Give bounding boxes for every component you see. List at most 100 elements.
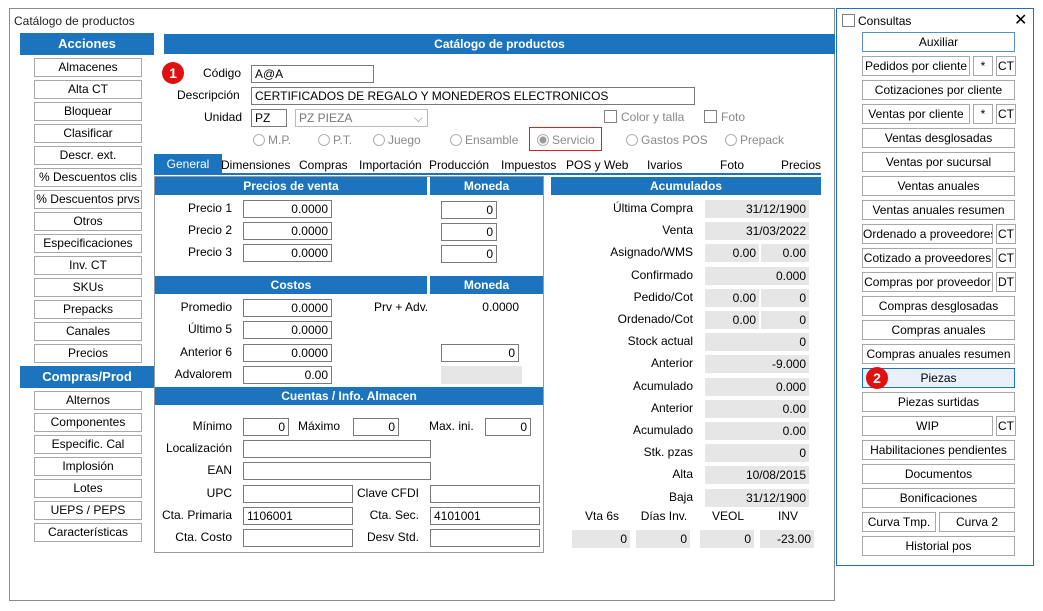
consulta-button-wip[interactable]: WIP (862, 416, 993, 436)
tab-dimensiones[interactable]: Dimensiones (221, 158, 290, 172)
compras-button-especific-cal[interactable]: Especific. Cal (34, 435, 142, 454)
consulta-button-ventas-por-sucursal[interactable]: Ventas por sucursal (862, 152, 1015, 172)
precio3-input[interactable]: 0.0000 (243, 244, 332, 262)
consulta-button-curva-tmp[interactable]: Curva Tmp. (862, 512, 936, 532)
consulta-ct-button[interactable]: CT (996, 416, 1016, 436)
desv-std-input[interactable] (430, 529, 540, 547)
accion-button-canales[interactable]: Canales (34, 322, 142, 341)
consulta-button-compras-anuales[interactable]: Compras anuales (862, 320, 1015, 340)
foto-checkbox[interactable]: Foto (704, 110, 745, 124)
descripcion-input[interactable]: CERTIFICADOS DE REGALO Y MONEDEROS ELECT… (251, 87, 695, 105)
consulta-button-piezas-surtidas[interactable]: Piezas surtidas (862, 392, 1015, 412)
minimo-input[interactable]: 0 (243, 418, 289, 436)
accion-button-prepacks[interactable]: Prepacks (34, 300, 142, 319)
consulta-button-auxiliar[interactable]: Auxiliar (862, 32, 1015, 52)
radio-juego[interactable]: Juego (373, 133, 421, 147)
consulta-button-curva-2[interactable]: Curva 2 (939, 512, 1015, 532)
accion-button-precios[interactable]: Precios (34, 344, 142, 363)
radio-gastos-pos[interactable]: Gastos POS (626, 133, 708, 147)
consulta-button-ventas-anuales[interactable]: Ventas anuales (862, 176, 1015, 196)
radio-pt[interactable]: P.T. (318, 133, 352, 147)
cta-primaria-input[interactable]: 1106001 (243, 507, 353, 525)
consulta-star-button[interactable]: * (973, 104, 993, 124)
consulta-button-cotizaciones-por-cliente[interactable]: Cotizaciones por cliente (862, 80, 1015, 100)
accion-button-otros[interactable]: Otros (34, 212, 142, 231)
tab-foto[interactable]: Foto (720, 158, 744, 172)
consulta-ct-button[interactable]: CT (996, 248, 1016, 268)
costos-header: Costos (155, 276, 427, 294)
tab-produccion[interactable]: Producción (429, 158, 489, 172)
minimo-label: Mínimo (192, 419, 232, 433)
radio-prepack[interactable]: Prepack (725, 133, 784, 147)
radio-mp[interactable]: M.P. (253, 133, 291, 147)
precio2-moneda[interactable]: 0 (441, 223, 497, 241)
accion-button-bloquear[interactable]: Bloquear (34, 102, 142, 121)
consulta-star-button[interactable]: * (973, 56, 993, 76)
consulta-dt-button[interactable]: DT (996, 272, 1016, 292)
maximo-input[interactable]: 0 (353, 418, 399, 436)
compras-button-ueps-peps[interactable]: UEPS / PEPS (34, 501, 142, 520)
close-icon[interactable]: ✕ (1014, 10, 1027, 30)
localizacion-input[interactable] (243, 440, 431, 458)
tab-general[interactable]: General (154, 154, 222, 175)
tab-compras[interactable]: Compras (299, 158, 348, 172)
tab-importacion[interactable]: Importación (359, 158, 422, 172)
accion-button-descr-ext[interactable]: Descr. ext. (34, 146, 142, 165)
ultimo5-input[interactable]: 0.0000 (243, 321, 332, 339)
anterior6-input[interactable]: 0.0000 (243, 344, 332, 362)
consulta-button-bonificaciones[interactable]: Bonificaciones (862, 488, 1015, 508)
clave-cfdi-input[interactable] (430, 485, 540, 503)
codigo-input[interactable]: A@A (251, 65, 374, 83)
tab-impuestos[interactable]: Impuestos (501, 158, 556, 172)
anterior6-moneda[interactable]: 0 (441, 344, 519, 362)
accion-button-alta-ct[interactable]: Alta CT (34, 80, 142, 99)
tab-precios[interactable]: Precios (781, 158, 821, 172)
compras-button-lotes[interactable]: Lotes (34, 479, 142, 498)
accion-button-inv-ct[interactable]: Inv. CT (34, 256, 142, 275)
unidad-select[interactable]: PZ PIEZA ⌵ (295, 109, 428, 127)
advalorem-input[interactable]: 0.00 (243, 366, 332, 384)
consulta-button-compras-por-proveedor[interactable]: Compras por proveedor (862, 272, 993, 292)
consulta-ct-button[interactable]: CT (996, 56, 1016, 76)
tab-ivarios[interactable]: Ivarios (647, 158, 682, 172)
consulta-ct-button[interactable]: CT (996, 104, 1016, 124)
compras-button-caracteristicas[interactable]: Características (34, 523, 142, 542)
consulta-button-habilitaciones-pendientes[interactable]: Habilitaciones pendientes (862, 440, 1015, 460)
tab-pos-web[interactable]: POS y Web (566, 158, 628, 172)
cta-sec-input[interactable]: 4101001 (430, 507, 540, 525)
consulta-button-ordenado-a-proveedores[interactable]: Ordenado a proveedores (862, 224, 993, 244)
cta-costo-input[interactable] (243, 529, 353, 547)
consulta-ct-button[interactable]: CT (996, 224, 1016, 244)
accion-button-clasificar[interactable]: Clasificar (34, 124, 142, 143)
consulta-button-compras-desglosadas[interactable]: Compras desglosadas (862, 296, 1015, 316)
accion-button-skus[interactable]: SKUs (34, 278, 142, 297)
consulta-button-historial-pos[interactable]: Historial pos (862, 536, 1015, 556)
promedio-input[interactable]: 0.0000 (243, 299, 332, 317)
precio1-moneda[interactable]: 0 (441, 201, 497, 219)
radio-servicio[interactable]: Servicio (529, 127, 602, 151)
consulta-button-documentos[interactable]: Documentos (862, 464, 1015, 484)
upc-input[interactable] (243, 485, 353, 503)
unidad-input[interactable]: PZ (251, 109, 287, 127)
accion-button-especificaciones[interactable]: Especificaciones (34, 234, 142, 253)
consulta-button-ventas-desglosadas[interactable]: Ventas desglosadas (862, 128, 1015, 148)
maxini-input[interactable]: 0 (485, 418, 531, 436)
ean-input[interactable] (243, 462, 431, 480)
radio-ensamble[interactable]: Ensamble (450, 133, 518, 147)
consulta-button-ventas-por-cliente[interactable]: Ventas por cliente (862, 104, 970, 124)
compras-button-componentes[interactable]: Componentes (34, 413, 142, 432)
window-icon (842, 14, 855, 27)
precio2-input[interactable]: 0.0000 (243, 222, 332, 240)
precio1-input[interactable]: 0.0000 (243, 200, 332, 218)
consulta-button-ventas-anuales-resumen[interactable]: Ventas anuales resumen (862, 200, 1015, 220)
consulta-button-compras-anuales-resumen[interactable]: Compras anuales resumen (862, 344, 1015, 364)
accion-button-descuentos-clis[interactable]: % Descuentos clis (34, 168, 142, 187)
color-talla-checkbox[interactable]: Color y talla (604, 110, 684, 124)
compras-button-implosion[interactable]: Implosión (34, 457, 142, 476)
accion-button-almacenes[interactable]: Almacenes (34, 58, 142, 77)
consulta-button-cotizado-a-proveedores[interactable]: Cotizado a proveedores (862, 248, 993, 268)
accion-button-descuentos-prvs[interactable]: % Descuentos prvs (34, 190, 142, 209)
precio3-moneda[interactable]: 0 (441, 245, 497, 263)
consulta-button-pedidos-por-cliente[interactable]: Pedidos por cliente (862, 56, 970, 76)
compras-button-alternos[interactable]: Alternos (34, 391, 142, 410)
